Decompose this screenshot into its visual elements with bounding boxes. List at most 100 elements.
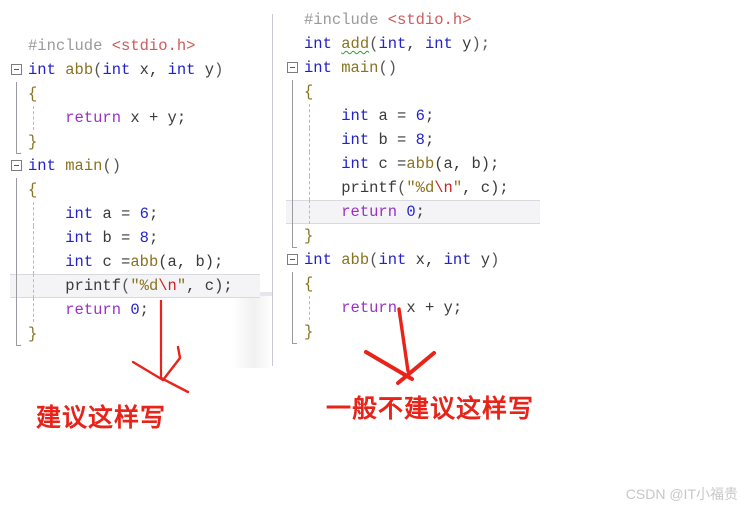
code-token: ; (424, 107, 435, 125)
fold-rail (16, 274, 17, 298)
screenshot-canvas: #include <stdio.h> int abb(int x, int y){… (0, 0, 750, 516)
code-line[interactable]: int a = 6; (286, 104, 556, 128)
code-token: \n (158, 277, 177, 295)
code-token: return (341, 203, 407, 221)
code-token: c = (378, 155, 407, 173)
watermark: CSDN @IT小福贵 (625, 486, 738, 502)
indent-guide (33, 226, 34, 250)
code-line[interactable]: int c =abb(a, b); (10, 250, 272, 274)
code-token: ; (148, 229, 159, 247)
code-token: int (424, 35, 463, 53)
code-token: <stdio.h> (111, 37, 196, 55)
code-line[interactable]: { (286, 80, 556, 104)
code-line[interactable]: { (10, 82, 272, 106)
code-token: ) (214, 61, 224, 79)
code-line[interactable]: int main() (286, 56, 556, 80)
code-token: a = (102, 205, 140, 223)
code-line[interactable]: int a = 6; (10, 202, 272, 226)
fold-rail (16, 106, 17, 130)
code-token: { (304, 83, 314, 101)
code-token: "%d (130, 277, 159, 295)
code-token: c = (102, 253, 131, 271)
code-token: abb (406, 155, 435, 173)
indent-guide (309, 128, 310, 152)
code-token: int (304, 59, 342, 77)
code-token: } (304, 323, 314, 341)
code-line[interactable]: #include <stdio.h> (10, 34, 272, 58)
code-line[interactable]: } (10, 130, 272, 154)
code-token: int (65, 229, 103, 247)
code-token: int (443, 251, 481, 269)
code-token: (a, b); (158, 253, 224, 271)
left-caption: 建议这样写 (36, 405, 167, 432)
code-token: 8 (415, 131, 425, 149)
code-line[interactable]: int abb(int x, int y) (286, 248, 556, 272)
code-line[interactable]: int b = 8; (286, 128, 556, 152)
code-line[interactable]: int add(int, int y); (286, 32, 556, 56)
code-token: 8 (139, 229, 149, 247)
fold-rail (16, 82, 17, 106)
code-token: } (28, 133, 38, 151)
code-token: int (341, 155, 379, 173)
code-token: x + y; (130, 109, 187, 127)
code-token: , c); (462, 179, 509, 197)
fold-rail (16, 130, 21, 154)
code-token: 6 (415, 107, 425, 125)
code-line[interactable]: } (286, 224, 556, 248)
code-line[interactable]: #include <stdio.h> (286, 8, 556, 32)
right-caption: 一般不建议这样写 (326, 396, 535, 423)
code-token: 6 (139, 205, 149, 223)
code-token: int (378, 251, 416, 269)
fold-rail (292, 104, 293, 128)
indent-guide (309, 104, 310, 128)
code-token: " (176, 277, 187, 295)
code-token: int (341, 107, 379, 125)
code-line[interactable]: int c =abb(a, b); (286, 152, 556, 176)
fold-rail (292, 224, 297, 248)
code-line[interactable]: printf("%d\n", c); (10, 274, 260, 298)
code-token: abb (130, 253, 159, 271)
fold-rail (292, 200, 293, 224)
code-line[interactable]: printf("%d\n", c); (286, 176, 556, 200)
code-token: printf (65, 277, 122, 295)
code-token: ( (121, 277, 131, 295)
code-token: y (480, 251, 491, 269)
fold-toggle-icon[interactable] (11, 64, 22, 75)
code-token: int (341, 131, 379, 149)
indent-guide (309, 200, 310, 224)
code-token: ; (148, 205, 159, 223)
code-token: "%d (406, 179, 435, 197)
indent-guide (33, 106, 34, 130)
fold-rail (292, 152, 293, 176)
code-token: b = (378, 131, 416, 149)
code-token: int (102, 61, 140, 79)
fold-rail (16, 322, 21, 346)
code-line[interactable]: int b = 8; (10, 226, 272, 250)
code-token: add (341, 35, 370, 53)
code-token: { (28, 181, 38, 199)
fold-rail (16, 250, 17, 274)
code-token: <stdio.h> (387, 11, 472, 29)
fold-rail (292, 296, 293, 320)
code-line[interactable]: { (10, 178, 272, 202)
fold-toggle-icon[interactable] (287, 62, 298, 73)
fold-rail (292, 272, 293, 296)
fold-rail (16, 202, 17, 226)
fold-toggle-icon[interactable] (287, 254, 298, 265)
indent-guide (309, 296, 310, 320)
indent-guide (309, 176, 310, 200)
code-line[interactable]: return 0; (286, 200, 540, 224)
code-line[interactable]: int main() (10, 154, 272, 178)
indent-guide (309, 152, 310, 176)
code-token: } (28, 325, 38, 343)
code-token: int (304, 251, 342, 269)
code-line[interactable]: { (286, 272, 556, 296)
code-line[interactable]: int abb(int x, int y) (10, 58, 272, 82)
fold-rail (292, 176, 293, 200)
code-line[interactable]: return x + y; (10, 106, 272, 130)
fold-rail (16, 226, 17, 250)
fold-toggle-icon[interactable] (11, 160, 22, 171)
code-editor-not-recommended[interactable]: #include <stdio.h> int add(int, int y); in… (286, 8, 556, 344)
left-annotation-arrow (131, 300, 190, 394)
code-token: () (102, 157, 122, 175)
